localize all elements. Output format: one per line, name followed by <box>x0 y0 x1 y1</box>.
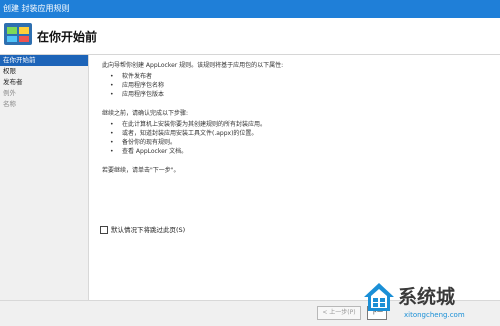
property-item: 应用程序包名称 <box>110 81 482 90</box>
step-item: 在此计算机上安装你要为其创建规则的所有封装应用。 <box>110 120 482 129</box>
step-item: 或者，知道封装应用安装工具文件(.appx)的位置。 <box>110 129 482 138</box>
window-title: 创建 封装应用规则 <box>3 4 70 13</box>
property-item: 软件发布者 <box>110 72 482 81</box>
watermark-url: xitongcheng.com <box>404 311 465 319</box>
wizard-steps-nav: 在你开始前 权限 发布者 例外 名称 <box>0 55 89 300</box>
wizard-content: 此向导帮你创建 AppLocker 规则。该规则将基于应用包的以下属性: 软件发… <box>102 60 482 174</box>
step-list: 在此计算机上安装你要为其创建规则的所有封装应用。 或者，知道封装应用安装工具文件… <box>102 120 482 156</box>
step-item: 备份你的现有规则。 <box>110 138 482 147</box>
title-bar[interactable]: 创建 封装应用规则 <box>0 0 500 18</box>
applocker-rules-icon <box>4 23 32 45</box>
skip-page-label[interactable]: 默认情况下将跳过此页(S) <box>111 226 185 234</box>
nav-item-name[interactable]: 名称 <box>0 99 88 110</box>
nav-item-before-you-begin[interactable]: 在你开始前 <box>0 55 88 66</box>
prereq-intro-text: 继续之前，请确认完成以下步骤: <box>102 110 189 117</box>
house-logo-icon <box>364 283 394 311</box>
intro-text: 此向导帮你创建 AppLocker 规则。该规则将基于应用包的以下属性: <box>102 62 284 69</box>
skip-page-checkbox[interactable] <box>100 226 108 234</box>
site-watermark: 系统城 xitongcheng.com <box>360 278 500 325</box>
wizard-header: 在你开始前 <box>0 18 500 54</box>
step-item: 查看 AppLocker 文档。 <box>110 147 482 156</box>
property-item: 应用程序包版本 <box>110 90 482 99</box>
skip-page-option[interactable]: 默认情况下将跳过此页(S) <box>100 224 185 234</box>
watermark-brand: 系统城 <box>398 286 456 308</box>
previous-button[interactable]: < 上一步(P) <box>317 306 361 320</box>
nav-item-permissions[interactable]: 权限 <box>0 66 88 77</box>
continue-text: 若要继续，请单击"下一步"。 <box>102 167 180 174</box>
property-list: 软件发布者 应用程序包名称 应用程序包版本 <box>102 72 482 99</box>
page-heading: 在你开始前 <box>37 30 98 44</box>
nav-item-exceptions[interactable]: 例外 <box>0 88 88 99</box>
nav-item-publisher[interactable]: 发布者 <box>0 77 88 88</box>
